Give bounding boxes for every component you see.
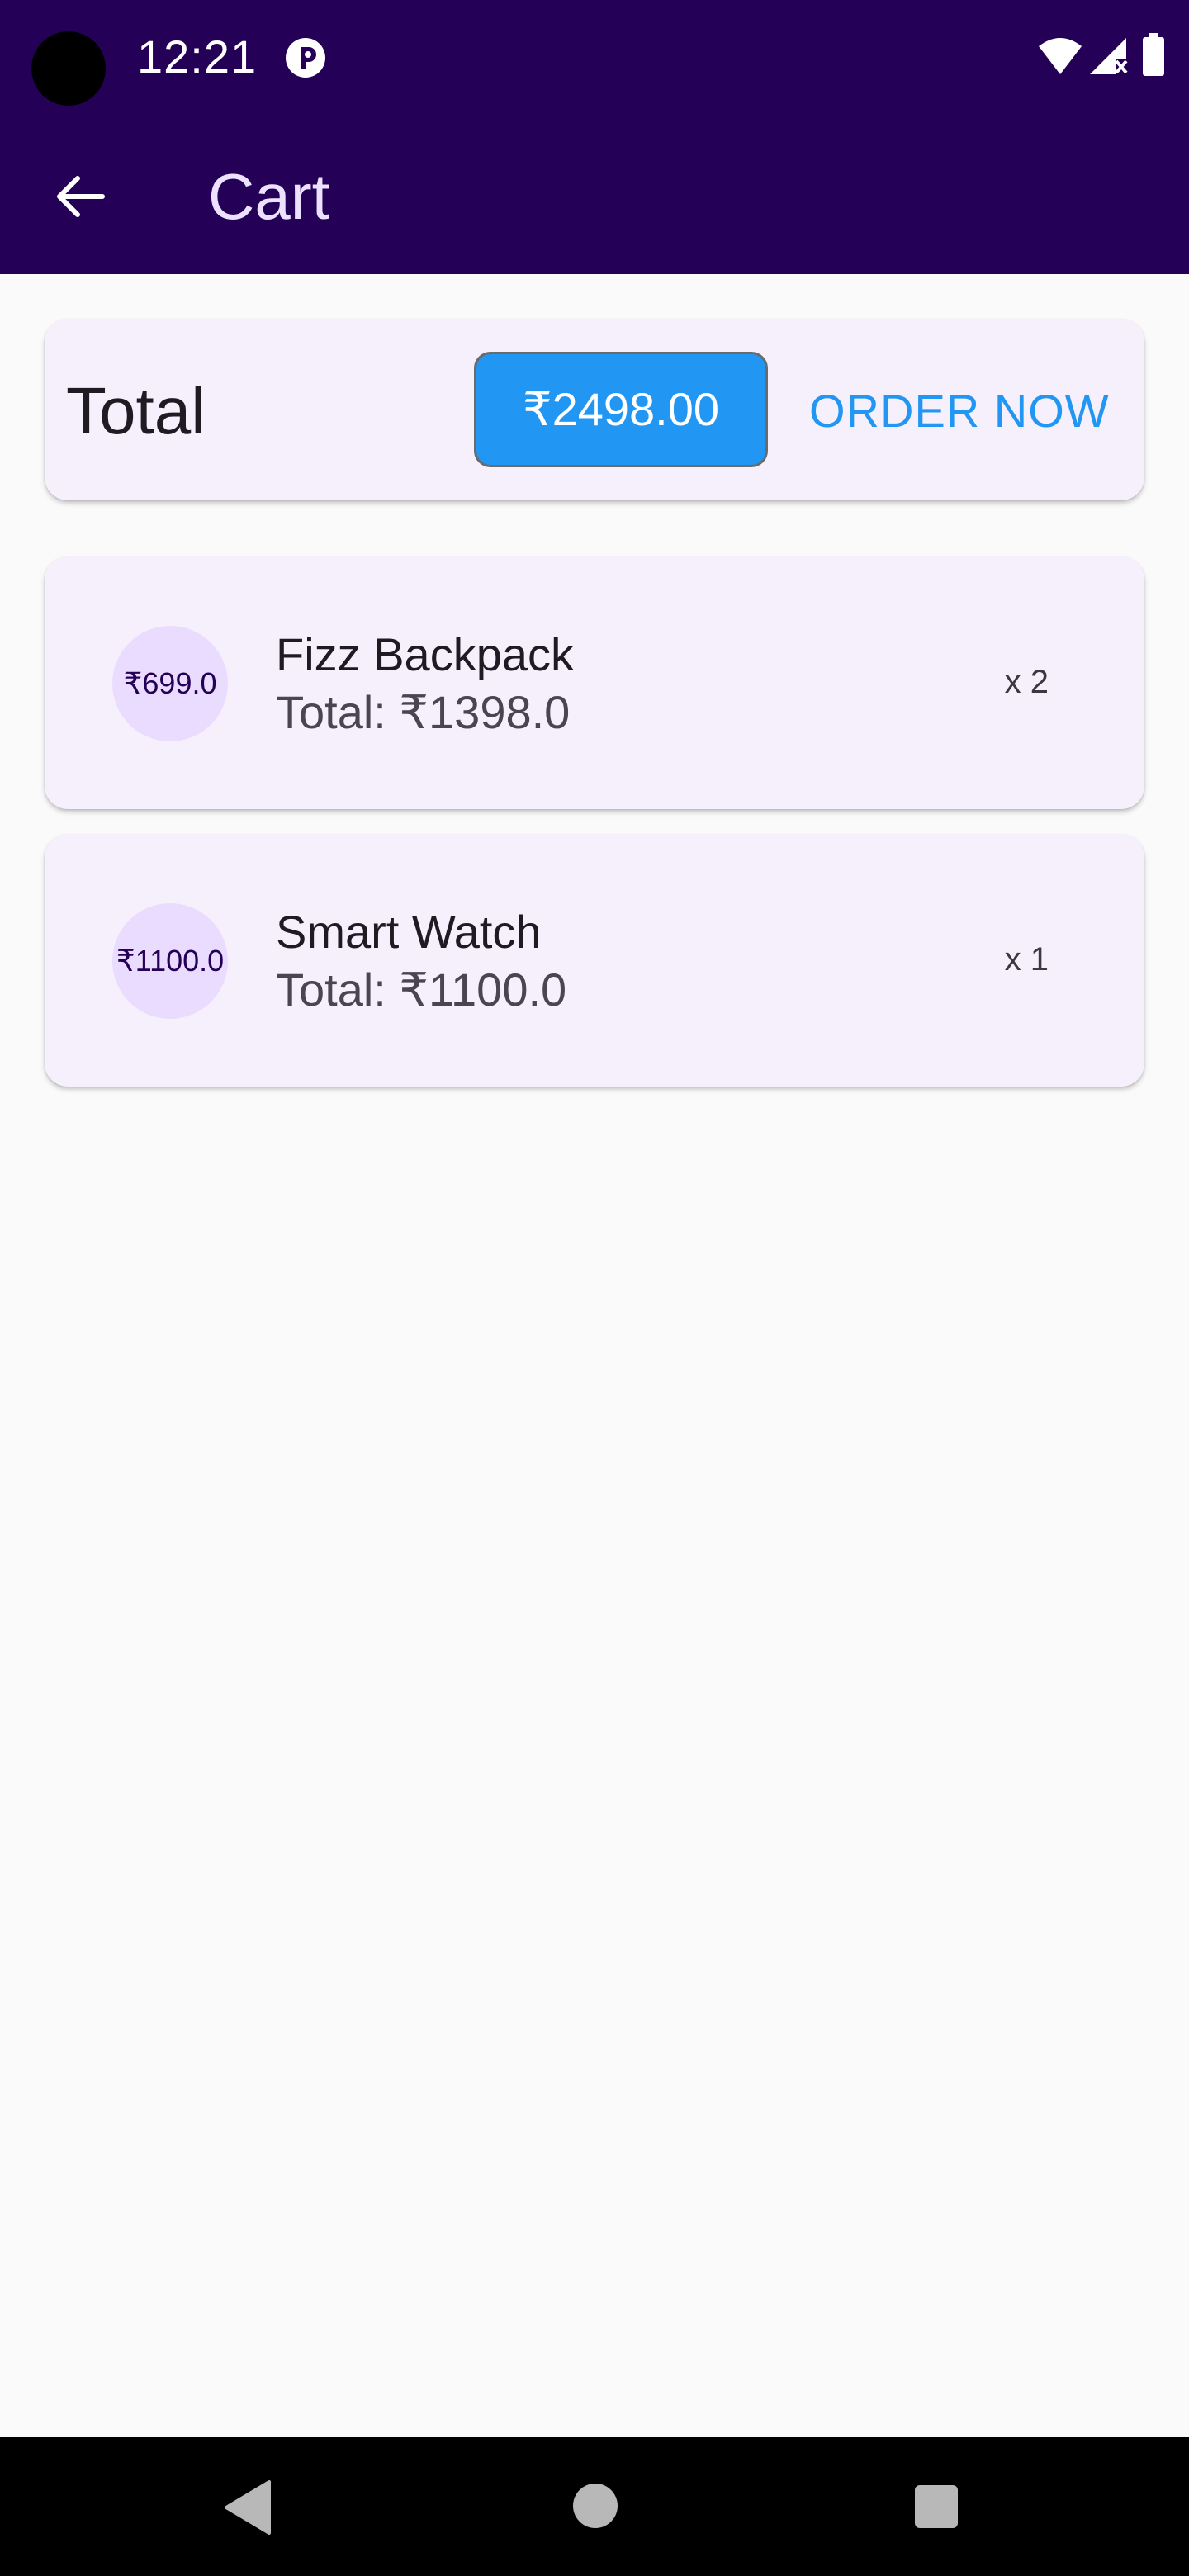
nav-back-icon[interactable] xyxy=(221,2479,272,2536)
cart-item-card: ₹699.0 Fizz Backpack Total: ₹1398.0 x 2 xyxy=(45,556,1144,809)
total-amount-chip: ₹2498.00 xyxy=(474,352,768,467)
status-time: 12:21 xyxy=(137,31,258,83)
back-button[interactable] xyxy=(40,157,119,236)
order-now-button[interactable]: ORDER NOW xyxy=(789,370,1130,452)
wifi-icon xyxy=(1039,38,1082,74)
signal-icon xyxy=(1090,38,1128,74)
item-name: Smart Watch xyxy=(276,906,542,958)
status-bar: 12:21 xyxy=(0,0,1189,119)
total-summary-card: Total ₹2498.00 ORDER NOW xyxy=(45,319,1144,500)
p-app-icon xyxy=(286,38,325,78)
price-avatar: ₹1100.0 xyxy=(112,903,228,1019)
item-quantity: x 1 xyxy=(1004,941,1049,978)
total-label: Total xyxy=(66,374,206,447)
nav-recents-icon[interactable] xyxy=(915,2485,958,2528)
nav-home-icon[interactable] xyxy=(573,2484,618,2528)
system-nav-bar xyxy=(0,2437,1189,2576)
arrow-back-icon xyxy=(57,176,105,217)
item-quantity: x 2 xyxy=(1004,664,1049,700)
camera-cutout xyxy=(31,31,106,106)
battery-icon xyxy=(1143,33,1164,76)
price-avatar: ₹699.0 xyxy=(112,626,228,741)
page-title: Cart xyxy=(208,160,330,233)
cart-item-card: ₹1100.0 Smart Watch Total: ₹1100.0 x 1 xyxy=(45,834,1144,1087)
item-subtotal: Total: ₹1100.0 xyxy=(276,964,567,1016)
item-subtotal: Total: ₹1398.0 xyxy=(276,686,571,738)
app-bar: Cart xyxy=(0,119,1189,274)
item-name: Fizz Backpack xyxy=(276,628,574,680)
